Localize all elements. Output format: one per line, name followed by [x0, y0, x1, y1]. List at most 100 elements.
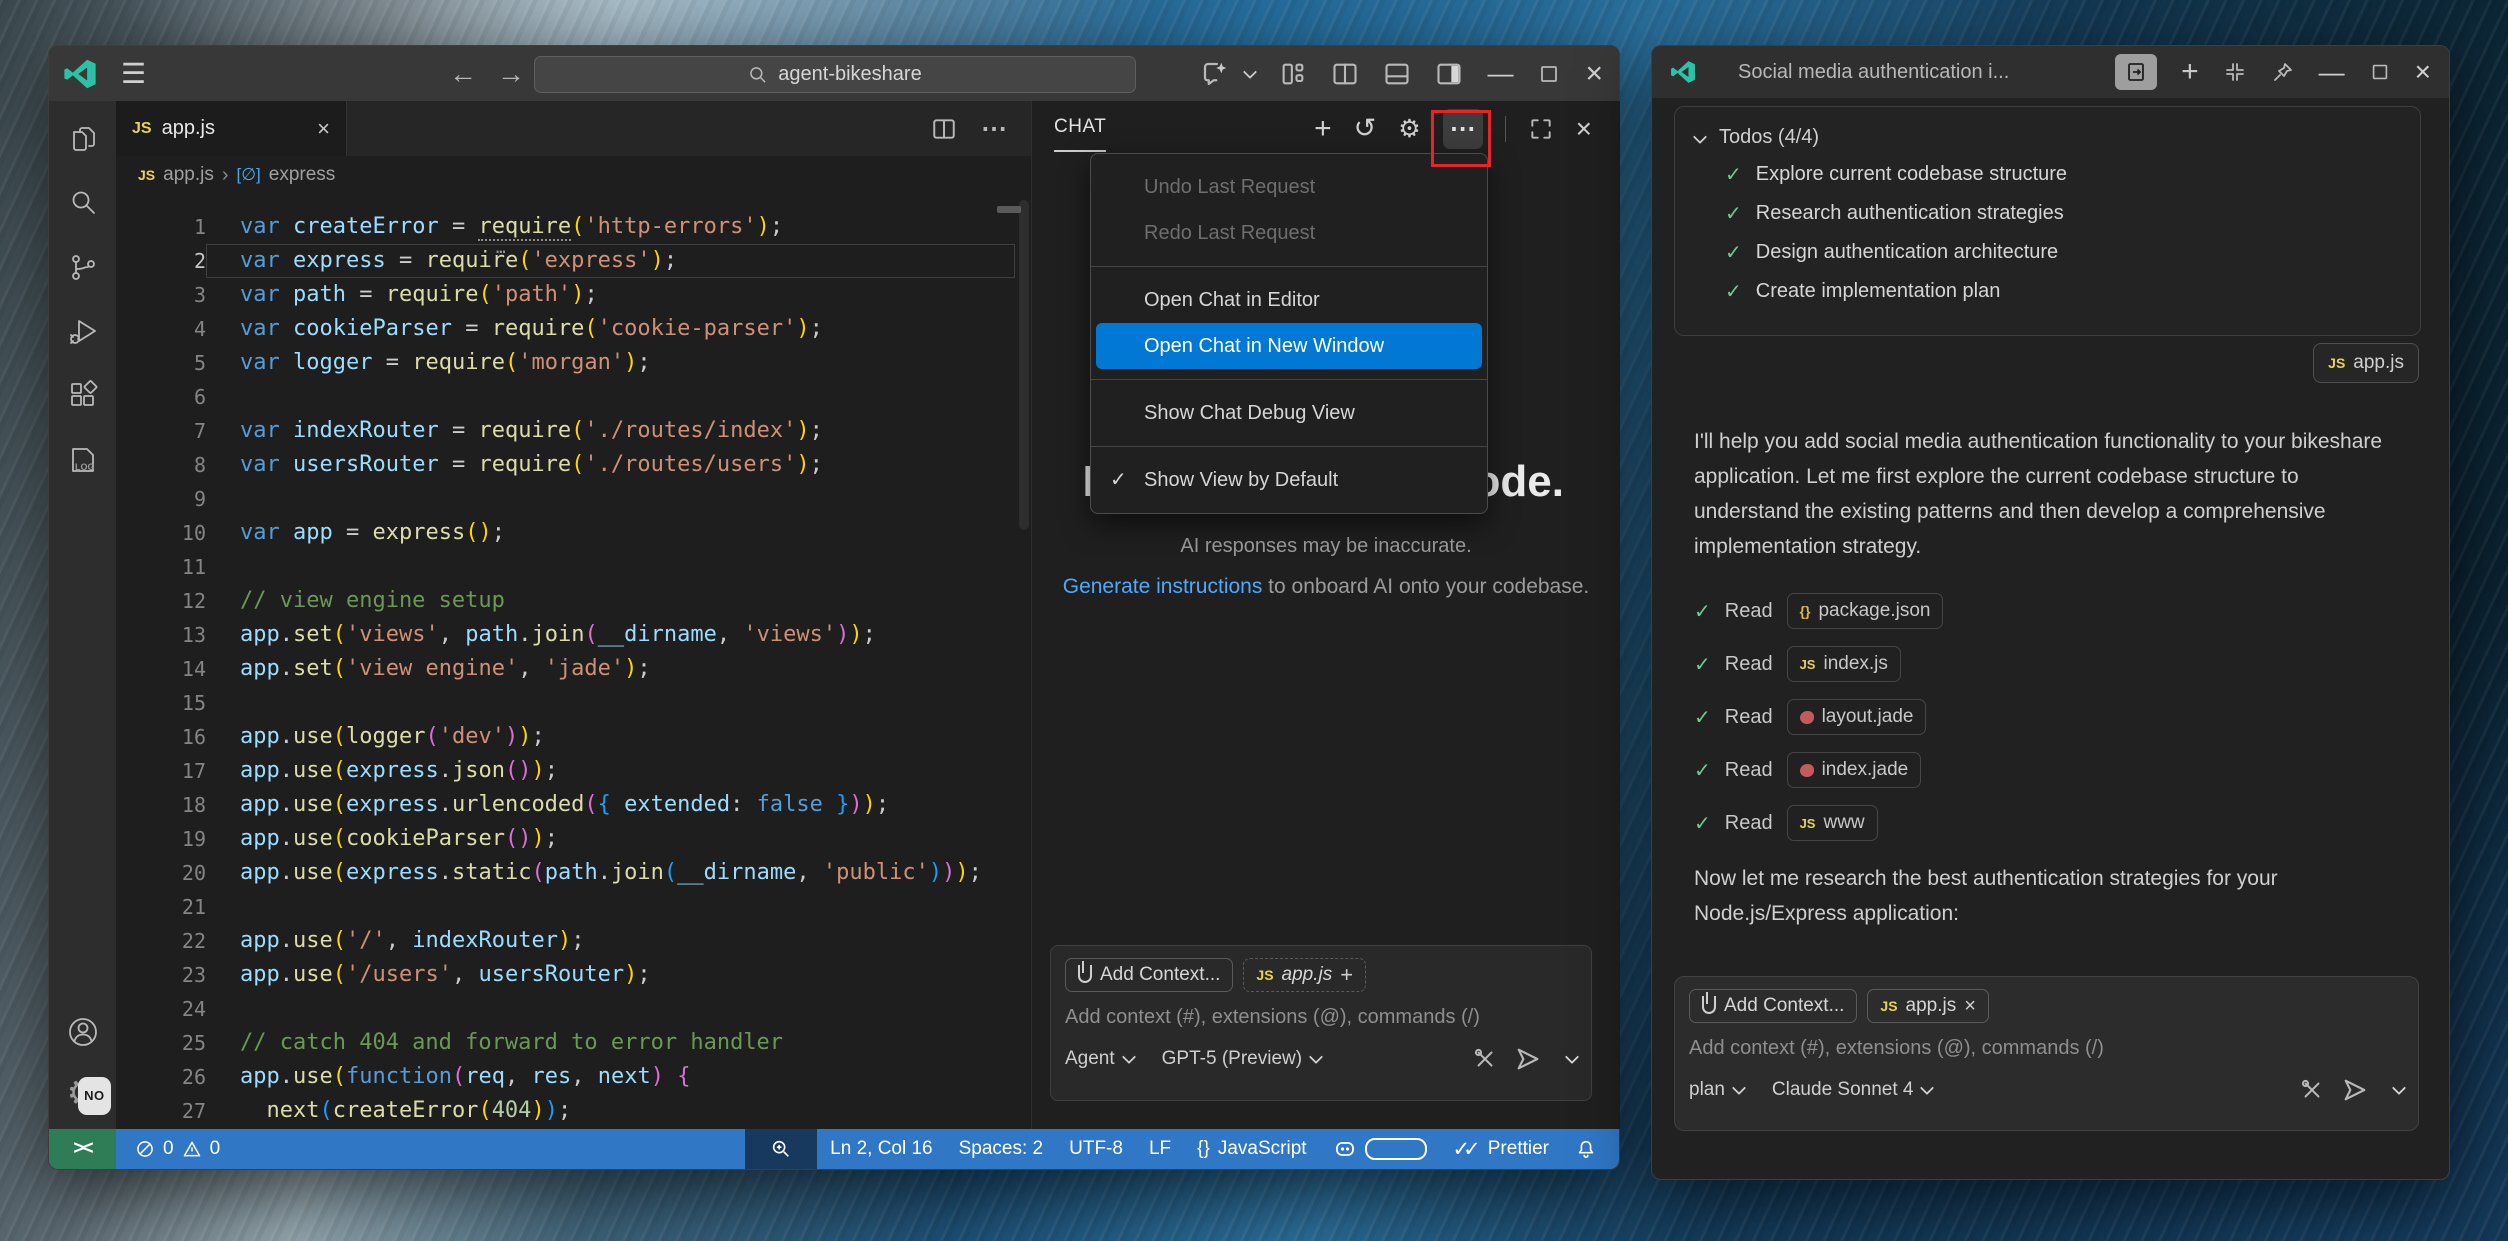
code-line[interactable]: 24	[116, 992, 1031, 1026]
model-picker[interactable]: GPT-5 (Preview)	[1162, 1048, 1321, 1070]
code-line[interactable]: 4var cookieParser = require('cookie-pars…	[116, 312, 1031, 346]
close-button[interactable]: ×	[2415, 56, 2431, 88]
command-center-search[interactable]: agent-bikeshare	[534, 56, 1136, 93]
maximize-button[interactable]	[1537, 62, 1561, 86]
mode-picker[interactable]: Agent	[1065, 1048, 1134, 1070]
code-line[interactable]: 23app.use('/users', usersRouter);	[116, 958, 1031, 992]
attachment-badge[interactable]: JS app.js	[2313, 343, 2419, 383]
minimize-button[interactable]: —	[2319, 57, 2345, 88]
todo-item[interactable]: ✓Design authentication architecture	[1675, 233, 2420, 272]
mode-picker[interactable]: plan	[1689, 1079, 1744, 1101]
chat-history-icon[interactable]: ↺	[1354, 113, 1377, 144]
code-line[interactable]: 15	[116, 686, 1031, 720]
chat-input-placeholder[interactable]: Add context (#), extensions (@), command…	[1689, 1037, 2404, 1060]
code-line[interactable]: 16app.use(logger('dev'));	[116, 720, 1031, 754]
chevron-down-icon[interactable]	[2392, 1081, 2406, 1095]
split-editor-icon[interactable]	[931, 116, 957, 142]
remove-chip-icon[interactable]: ×	[1964, 995, 1976, 1018]
code-line[interactable]: 5var logger = require('morgan');	[116, 346, 1031, 380]
chat-input-placeholder[interactable]: Add context (#), extensions (@), command…	[1065, 1006, 1577, 1029]
close-button[interactable]: ×	[1585, 57, 1603, 91]
code-line[interactable]: 21	[116, 890, 1031, 924]
account-icon[interactable]	[66, 1015, 100, 1049]
remote-indicator[interactable]: ><	[49, 1129, 116, 1169]
encoding[interactable]: UTF-8	[1056, 1129, 1136, 1169]
code-line[interactable]: 14app.set('view engine', 'jade');	[116, 652, 1031, 686]
editor-scrollbar[interactable]	[1019, 200, 1029, 530]
file-pill[interactable]: JSindex.js	[1787, 646, 1901, 682]
code-line[interactable]: 11	[116, 550, 1031, 584]
zoom-indicator[interactable]	[745, 1129, 817, 1169]
code-line[interactable]: 17app.use(express.json());	[116, 754, 1031, 788]
code-line[interactable]: 22app.use('/', indexRouter);	[116, 924, 1031, 958]
open-in-editor-button[interactable]	[2115, 54, 2157, 90]
new-chat-icon[interactable]: +	[2181, 55, 2199, 89]
model-picker[interactable]: Claude Sonnet 4	[1772, 1079, 1933, 1101]
log-view-icon[interactable]: LOG	[66, 443, 100, 477]
collapse-icon[interactable]	[2223, 60, 2247, 84]
code-line[interactable]: 6	[116, 380, 1031, 414]
code-line[interactable]: 1var createError = require('http-errors'…	[116, 210, 1031, 244]
forward-arrow-icon[interactable]: →	[497, 46, 525, 101]
file-pill[interactable]: JSwww	[1787, 805, 1878, 841]
maximize-panel-icon[interactable]	[1528, 116, 1554, 142]
indentation[interactable]: Spaces: 2	[946, 1129, 1057, 1169]
close-panel-icon[interactable]: ×	[1576, 113, 1592, 145]
code-line[interactable]: 20app.use(express.static(path.join(__dir…	[116, 856, 1031, 890]
code-line[interactable]: 25// catch 404 and forward to error hand…	[116, 1026, 1031, 1060]
problems-indicator[interactable]: 0 0	[122, 1129, 233, 1169]
menu-item[interactable]: Open Chat in Editor	[1096, 277, 1482, 323]
run-debug-icon[interactable]	[67, 315, 99, 347]
explorer-icon[interactable]	[67, 123, 99, 155]
file-pill[interactable]: {}package.json	[1787, 593, 1944, 629]
split-editor-icon[interactable]	[1331, 60, 1359, 88]
tools-icon[interactable]	[2299, 1077, 2325, 1103]
breadcrumb[interactable]: JS app.js › [∅] express	[116, 156, 1031, 194]
menu-item[interactable]: ✓Show View by Default	[1096, 457, 1482, 503]
back-arrow-icon[interactable]: ←	[449, 46, 477, 101]
code-line[interactable]: 9	[116, 482, 1031, 516]
eol-indicator[interactable]: LF	[1136, 1129, 1184, 1169]
code-line[interactable]: 26app.use(function(req, res, next) {	[116, 1060, 1031, 1094]
tools-icon[interactable]	[1472, 1046, 1498, 1072]
panel-right-icon[interactable]	[1435, 60, 1463, 88]
file-pill[interactable]: index.jade	[1787, 752, 1922, 788]
pin-icon[interactable]	[2271, 60, 2295, 84]
send-icon[interactable]	[2341, 1076, 2369, 1104]
code-line[interactable]: 10var app = express();	[116, 516, 1031, 550]
tab-appjs[interactable]: JS app.js ×	[116, 101, 347, 156]
chat-settings-gear-icon[interactable]: ⚙	[1398, 114, 1420, 144]
add-context-button[interactable]: Add Context...	[1065, 958, 1233, 992]
tab-close-icon[interactable]: ×	[317, 116, 330, 142]
code-line[interactable]: 2var express = require('express');	[116, 244, 1031, 278]
cursor-position[interactable]: Ln 2, Col 16	[817, 1129, 945, 1169]
code-editor[interactable]: 1var createError = require('http-errors'…	[116, 194, 1031, 1129]
notifications-bell[interactable]	[1562, 1129, 1619, 1169]
breadcrumb-symbol[interactable]: express	[269, 164, 336, 186]
panel-bottom-icon[interactable]	[1383, 60, 1411, 88]
copilot-menu-button[interactable]	[1200, 59, 1255, 89]
code-line[interactable]: 12// view engine setup	[116, 584, 1031, 618]
code-line[interactable]: 19app.use(cookieParser());	[116, 822, 1031, 856]
new-chat-icon[interactable]: +	[1314, 112, 1332, 146]
code-line[interactable]: 3var path = require('path');	[116, 278, 1031, 312]
code-line[interactable]: 7var indexRouter = require('./routes/ind…	[116, 414, 1031, 448]
code-line[interactable]: 18app.use(express.urlencoded({ extended:…	[116, 788, 1031, 822]
language-mode[interactable]: {}JavaScript	[1184, 1129, 1319, 1169]
code-line[interactable]: 13app.set('views', path.join(__dirname, …	[116, 618, 1031, 652]
breadcrumb-file[interactable]: app.js	[163, 164, 214, 186]
extensions-icon[interactable]	[67, 379, 99, 411]
customize-layout-icon[interactable]	[1279, 60, 1307, 88]
add-context-button[interactable]: Add Context...	[1689, 989, 1857, 1023]
todo-item[interactable]: ✓Research authentication strategies	[1675, 194, 2420, 233]
minimize-button[interactable]: —	[1487, 58, 1513, 89]
file-pill[interactable]: layout.jade	[1787, 699, 1927, 735]
todo-item[interactable]: ✓Create implementation plan	[1675, 272, 2420, 311]
send-icon[interactable]	[1514, 1045, 1542, 1073]
menu-icon[interactable]: ☰	[121, 46, 146, 101]
editor-more-actions-icon[interactable]: ⋯	[981, 113, 1007, 144]
context-chip-appjs[interactable]: JS app.js +	[1243, 958, 1366, 992]
code-line[interactable]: 27 next(createError(404));	[116, 1094, 1031, 1128]
generate-instructions-link[interactable]: Generate instructions	[1063, 575, 1263, 598]
chat-input-box[interactable]: Add Context... JS app.js + Add context (…	[1050, 945, 1592, 1101]
